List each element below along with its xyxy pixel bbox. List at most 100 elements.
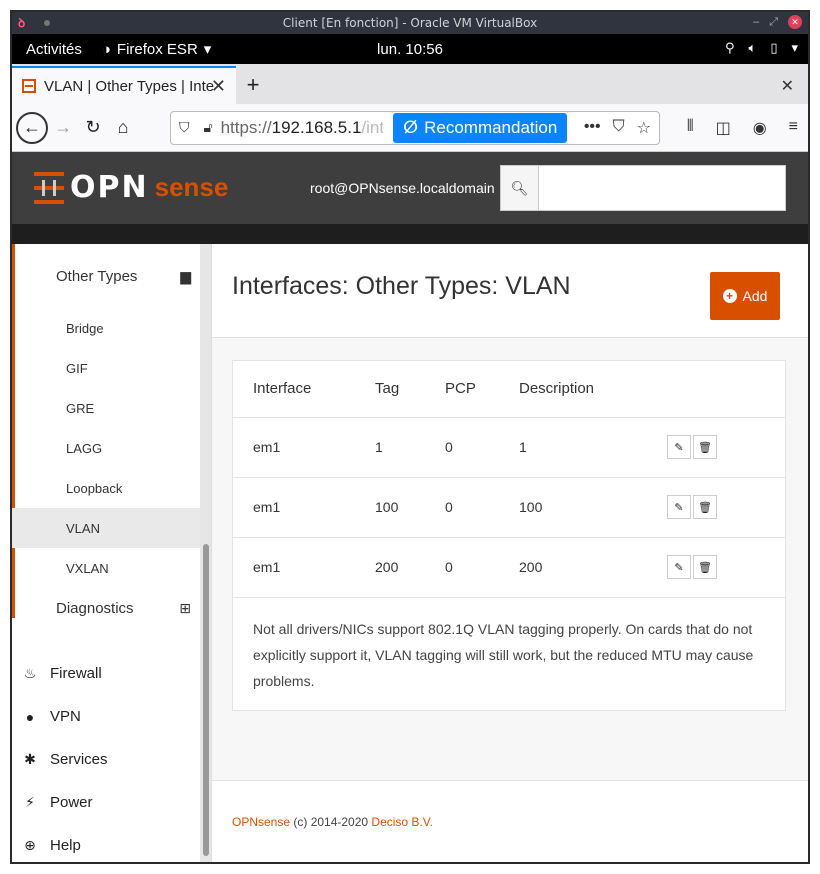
new-tab-button[interactable]: +: [236, 66, 270, 104]
sidebar-item-diagnostics[interactable]: Diagnostics ⊞: [12, 588, 211, 652]
sidebar-item-label: GRE: [66, 400, 95, 416]
sidebar-group-other-types[interactable]: Other Types ▆: [12, 244, 211, 308]
close-tab-icon[interactable]: ✕: [211, 76, 226, 97]
opnsense-logo[interactable]: OPN sense: [34, 170, 228, 205]
network-icon: ⚲: [724, 40, 735, 55]
back-button[interactable]: ←: [16, 111, 48, 144]
globe-icon: ●: [25, 708, 35, 725]
gnome-top-bar: Activités ◑ Firefox ESR ▾ lun. 10:56 ⚲ 🔈…: [12, 34, 808, 64]
account-icon[interactable]: ◉: [753, 118, 767, 138]
delete-button[interactable]: 🗑︎: [693, 555, 717, 579]
delete-button[interactable]: 🗑︎: [693, 435, 717, 459]
table-header-row: Interface Tag PCP Description: [233, 361, 785, 418]
user-menu[interactable]: root@OPNsense.localdomain: [310, 180, 495, 196]
bookmark-star-icon[interactable]: ☆: [637, 118, 651, 138]
archive-icon: ▆: [180, 268, 191, 284]
sidebar-item-services[interactable]: ✱ Services: [12, 738, 211, 781]
cell-actions: ✎ 🗑︎: [647, 477, 785, 538]
sidebar-item-label: VXLAN: [66, 560, 109, 576]
edit-button[interactable]: ✎: [667, 555, 691, 579]
tab-title: VLAN | Other Types | Inte: [44, 77, 214, 95]
url-text[interactable]: https://192.168.5.1/inte: [221, 118, 383, 138]
opnsense-logo-icon: [34, 171, 64, 204]
battery-icon: ▯: [770, 40, 778, 55]
arrow-right-icon: →: [54, 117, 72, 137]
lock-warning-icon[interactable]: 🔓︎: [204, 119, 213, 136]
pencil-icon: ✎: [674, 501, 684, 514]
sidebar-item-gre[interactable]: GRE: [12, 388, 211, 428]
sidebar-item-gif[interactable]: GIF: [12, 348, 211, 388]
page-actions: ••• ⛉ ☆: [584, 118, 651, 138]
pocket-icon[interactable]: ⛉: [613, 118, 625, 138]
vlan-table: Interface Tag PCP Description em1 1 0 1: [233, 361, 785, 598]
close-window-icon[interactable]: ✕: [781, 76, 794, 96]
sidebar-item-lagg[interactable]: LAGG: [12, 428, 211, 468]
tab-vlan[interactable]: VLAN | Other Types | Inte ✕: [12, 66, 236, 104]
reload-button[interactable]: ↻: [78, 113, 108, 143]
sidebar-toggle-icon[interactable]: ◫: [716, 118, 731, 138]
menu-search: 🔍︎: [500, 165, 786, 211]
cell-interface: em1: [233, 477, 355, 538]
cell-description: 100: [499, 477, 647, 538]
library-icon[interactable]: ⫴: [687, 118, 694, 138]
sidebar-item-bridge[interactable]: Bridge: [12, 308, 211, 348]
sidebar-item-label: Help: [50, 837, 81, 854]
vm-window: ꝺ Client [En fonction] - Oracle VM Virtu…: [10, 10, 810, 864]
sidebar-item-loopback[interactable]: Loopback: [12, 468, 211, 508]
footer-opnsense-link[interactable]: OPNsense: [232, 815, 290, 829]
activities-button[interactable]: Activités: [26, 41, 82, 58]
trash-icon: 🗑︎: [698, 441, 712, 454]
sidebar-group-label: Other Types: [56, 268, 138, 285]
sidebar-item-vxlan[interactable]: VXLAN: [12, 548, 211, 588]
hamburger-menu-icon[interactable]: ≡: [789, 118, 798, 138]
table-row: em1 200 0 200 ✎ 🗑︎: [233, 537, 785, 598]
sidebar-item-firewall[interactable]: ♨ Firewall: [12, 652, 211, 695]
recommendation-button[interactable]: ⵁ Recommandation: [393, 112, 568, 143]
sidebar-item-vlan[interactable]: VLAN: [12, 508, 211, 548]
sidebar-item-help[interactable]: ⊕ Help: [12, 824, 211, 862]
close-icon[interactable]: ✕: [788, 15, 802, 29]
column-header-tag: Tag: [355, 361, 425, 418]
delete-button[interactable]: 🗑︎: [693, 495, 717, 519]
cell-interface: em1: [233, 537, 355, 598]
opnsense-header: OPN sense root@OPNsense.localdomain 🔍︎: [12, 152, 808, 224]
lightbulb-icon: ⵁ: [403, 117, 419, 137]
minimize-icon[interactable]: –: [753, 16, 759, 28]
volume-icon: 🔈︎: [748, 40, 757, 55]
tab-strip: VLAN | Other Types | Inte ✕ + ✕: [12, 64, 808, 104]
sidebar-item-power[interactable]: ⚡ Power: [12, 781, 211, 824]
sidebar-item-label: GIF: [66, 360, 88, 376]
recommendation-label: Recommandation: [424, 117, 558, 137]
forward-button[interactable]: →: [48, 113, 78, 143]
medkit-icon: ⊞: [179, 600, 191, 616]
home-button[interactable]: ⌂: [108, 113, 138, 143]
vm-window-title: Client [En fonction] - Oracle VM Virtual…: [282, 16, 538, 30]
more-actions-icon[interactable]: •••: [584, 118, 601, 138]
search-input[interactable]: [539, 166, 785, 210]
arrow-left-icon: ←: [23, 117, 41, 137]
cell-pcp: 0: [425, 417, 499, 478]
sidebar-item-label: Diagnostics: [56, 600, 134, 617]
column-header-interface: Interface: [233, 361, 355, 418]
sidebar-item-label: Services: [50, 751, 108, 768]
system-tray[interactable]: ⚲ 🔈︎ ▯ ▾: [725, 40, 798, 56]
page-header: Interfaces: Other Types: VLAN + Add: [212, 244, 808, 338]
cell-actions: ✎ 🗑︎: [647, 537, 785, 598]
edit-button[interactable]: ✎: [667, 435, 691, 459]
pencil-icon: ✎: [674, 561, 684, 574]
tracking-shield-icon[interactable]: ⛉: [179, 119, 190, 136]
add-button[interactable]: + Add: [710, 272, 780, 320]
search-icon: 🔍︎: [501, 166, 539, 210]
sidebar-item-label: VPN: [50, 708, 81, 725]
url-bar[interactable]: ⛉ 🔓︎ https://192.168.5.1/inte ⵁ Recomman…: [170, 110, 660, 145]
app-menu[interactable]: ◑ Firefox ESR ▾: [102, 40, 211, 59]
footer-deciso-link[interactable]: Deciso B.V.: [371, 815, 433, 829]
maximize-icon[interactable]: ⤢: [769, 16, 778, 29]
sidebar-item-label: Power: [50, 794, 93, 811]
cell-tag: 1: [355, 417, 425, 478]
sidebar-scrollbar-thumb[interactable]: [203, 544, 209, 856]
sidebar-item-vpn[interactable]: ● VPN: [12, 695, 211, 738]
trash-icon: 🗑︎: [698, 501, 712, 514]
edit-button[interactable]: ✎: [667, 495, 691, 519]
pencil-icon: ✎: [674, 441, 684, 454]
